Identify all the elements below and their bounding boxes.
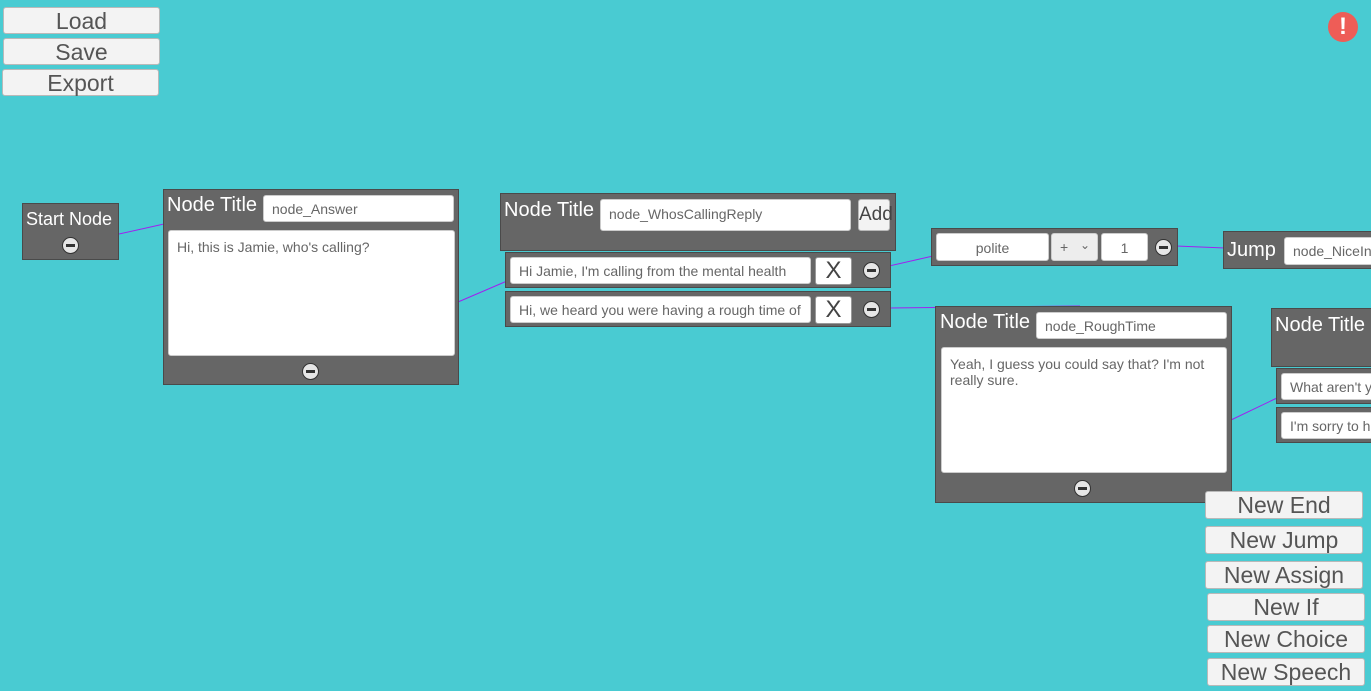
node-title-label: Node Title (940, 311, 1031, 333)
choice-text-input[interactable]: What aren't y (1281, 373, 1371, 400)
node-title-input[interactable]: node_Answer (263, 195, 454, 222)
new-speech-button[interactable]: New Speech (1207, 658, 1365, 686)
jump-target-input[interactable]: node_NiceIn (1284, 237, 1371, 265)
jump-label: Jump (1227, 239, 1276, 261)
load-button[interactable]: Load (3, 7, 160, 34)
speech-text-area[interactable]: Hi, this is Jamie, who's calling? (168, 230, 455, 356)
wire-assign-jump (1175, 245, 1226, 249)
remove-icon[interactable] (62, 237, 79, 254)
speech-node-answer: Node Title node_Answer Hi, this is Jamie… (163, 189, 459, 385)
node-title-input[interactable]: node_WhosCallingReply (600, 199, 851, 231)
variable-name-input[interactable]: polite (936, 233, 1049, 261)
new-end-button[interactable]: New End (1205, 491, 1363, 519)
node-title-input[interactable]: node_RoughTime (1036, 312, 1227, 339)
wire-answer-whoscalling (457, 280, 508, 303)
jump-node: Jump node_NiceIn (1223, 231, 1371, 269)
node-title-label: Node Title (167, 194, 258, 216)
choice-row: I'm sorry to h (1276, 407, 1371, 443)
choice-row: What aren't y (1276, 368, 1371, 404)
node-title-label: Node Title (1275, 314, 1366, 336)
add-choice-button[interactable]: Add (858, 199, 893, 231)
new-choice-button[interactable]: New Choice (1207, 625, 1365, 653)
remove-icon[interactable] (863, 301, 880, 318)
choice-text-input[interactable]: I'm sorry to h (1281, 412, 1371, 439)
speech-node-roughtime: Node Title node_RoughTime Yeah, I guess … (935, 306, 1232, 503)
remove-choice-button[interactable]: X (815, 296, 852, 324)
choice-row: Hi, we heard you were having a rough tim… (505, 291, 891, 327)
choice-text-input[interactable]: Hi Jamie, I'm calling from the mental he… (510, 257, 811, 284)
assign-value-input[interactable]: 1 (1101, 233, 1148, 261)
operator-value: + (1060, 239, 1069, 255)
choice-node-whoscalling: Node Title node_WhosCallingReply Add (500, 193, 896, 251)
wire-choice1-assign (888, 255, 934, 267)
start-node-label: Start Node (26, 209, 113, 229)
new-if-button[interactable]: New If (1207, 593, 1365, 621)
choice-node-right: Node Title (1271, 308, 1371, 367)
choice-row: Hi Jamie, I'm calling from the mental he… (505, 252, 891, 288)
export-button[interactable]: Export (2, 69, 159, 96)
save-button[interactable]: Save (3, 38, 160, 65)
remove-icon[interactable] (1074, 480, 1091, 497)
assign-node: polite + ⌄ 1 (931, 228, 1178, 266)
alert-icon[interactable]: ! (1328, 12, 1358, 42)
node-title-label: Node Title (504, 199, 595, 221)
speech-text-area[interactable]: Yeah, I guess you could say that? I'm no… (941, 347, 1227, 473)
remove-icon[interactable] (302, 363, 319, 380)
operator-select[interactable]: + ⌄ (1051, 233, 1098, 261)
start-node[interactable]: Start Node (22, 203, 119, 260)
remove-icon[interactable] (863, 262, 880, 279)
wire-rough-right (1230, 397, 1278, 421)
wire-start-answer (118, 223, 165, 235)
choice-text-input[interactable]: Hi, we heard you were having a rough tim… (510, 296, 811, 323)
remove-icon[interactable] (1155, 239, 1172, 256)
new-assign-button[interactable]: New Assign (1205, 561, 1363, 589)
remove-choice-button[interactable]: X (815, 257, 852, 285)
new-jump-button[interactable]: New Jump (1205, 526, 1363, 554)
chevron-down-icon: ⌄ (1079, 238, 1090, 252)
